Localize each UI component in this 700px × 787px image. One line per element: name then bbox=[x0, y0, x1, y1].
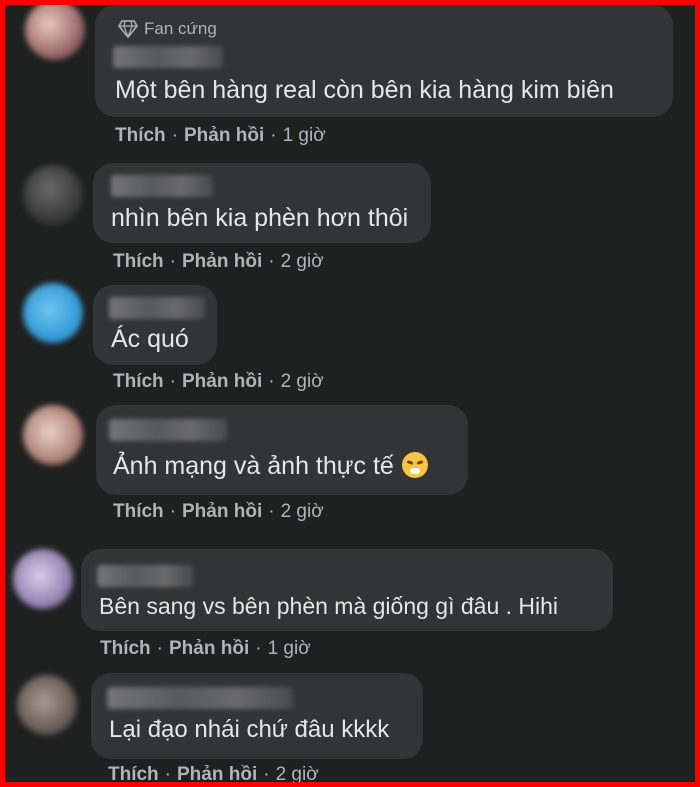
avatar[interactable] bbox=[13, 549, 73, 609]
avatar[interactable] bbox=[17, 675, 77, 735]
comment-time[interactable]: 2 giờ bbox=[281, 501, 324, 523]
reply-button[interactable]: Phản hồi bbox=[182, 501, 262, 523]
author-name[interactable] bbox=[113, 46, 223, 68]
comment-actions: Thích · Phản hồi · 1 giờ bbox=[100, 638, 311, 660]
comment-text: Lại đạo nhái chứ đâu kkkk bbox=[109, 716, 390, 743]
comment-actions: Thích · Phản hồi · 2 giờ bbox=[113, 371, 324, 393]
comment-text: nhìn bên kia phèn hơn thôi bbox=[111, 204, 409, 232]
comment-text: Một bên hàng real còn bên kia hàng kim b… bbox=[115, 76, 614, 104]
comment-text: Ác quó bbox=[111, 325, 189, 353]
comment-time[interactable]: 1 giờ bbox=[268, 638, 311, 660]
like-button[interactable]: Thích bbox=[113, 501, 164, 523]
comment-time[interactable]: 2 giờ bbox=[281, 251, 324, 273]
avatar[interactable] bbox=[25, 5, 85, 60]
avatar[interactable] bbox=[23, 283, 83, 343]
comment-actions: Thích · Phản hồi · 2 giờ bbox=[113, 501, 324, 523]
avatar[interactable] bbox=[23, 165, 83, 225]
comment-text: Bên sang vs bên phèn mà giống gì đâu . H… bbox=[99, 593, 559, 619]
comment-actions: Thích · Phản hồi · 1 giờ bbox=[115, 125, 326, 147]
comment-text: Ảnh mạng và ảnh thực tế bbox=[113, 452, 428, 481]
comment-time[interactable]: 1 giờ bbox=[283, 125, 326, 147]
reply-button[interactable]: Phản hồi bbox=[182, 251, 262, 273]
author-name[interactable] bbox=[107, 687, 293, 709]
reply-button[interactable]: Phản hồi bbox=[184, 125, 264, 147]
reply-button[interactable]: Phản hồi bbox=[177, 764, 257, 782]
like-button[interactable]: Thích bbox=[113, 251, 164, 273]
author-name[interactable] bbox=[109, 419, 227, 441]
reply-button[interactable]: Phản hồi bbox=[169, 638, 249, 660]
diamond-icon bbox=[118, 20, 138, 38]
persevering-face-emoji bbox=[401, 452, 428, 478]
like-button[interactable]: Thích bbox=[113, 371, 164, 393]
comment-actions: Thích · Phản hồi · 2 giờ bbox=[113, 251, 324, 273]
like-button[interactable]: Thích bbox=[100, 638, 151, 660]
author-name[interactable] bbox=[97, 565, 193, 587]
avatar[interactable] bbox=[23, 405, 83, 465]
author-name[interactable] bbox=[109, 297, 205, 319]
comment-time[interactable]: 2 giờ bbox=[276, 764, 319, 782]
like-button[interactable]: Thích bbox=[115, 125, 166, 147]
reply-button[interactable]: Phản hồi bbox=[182, 371, 262, 393]
like-button[interactable]: Thích bbox=[108, 764, 159, 782]
comment-time[interactable]: 2 giờ bbox=[281, 371, 324, 393]
author-name[interactable] bbox=[111, 175, 213, 197]
badge-label: Fan cứng bbox=[144, 19, 217, 38]
comment-actions: Thích · Phản hồi · 2 giờ bbox=[108, 764, 319, 782]
comments-panel: Fan cứng Một bên hàng real còn bên kia h… bbox=[5, 5, 695, 782]
fan-badge: Fan cứng bbox=[118, 19, 217, 39]
